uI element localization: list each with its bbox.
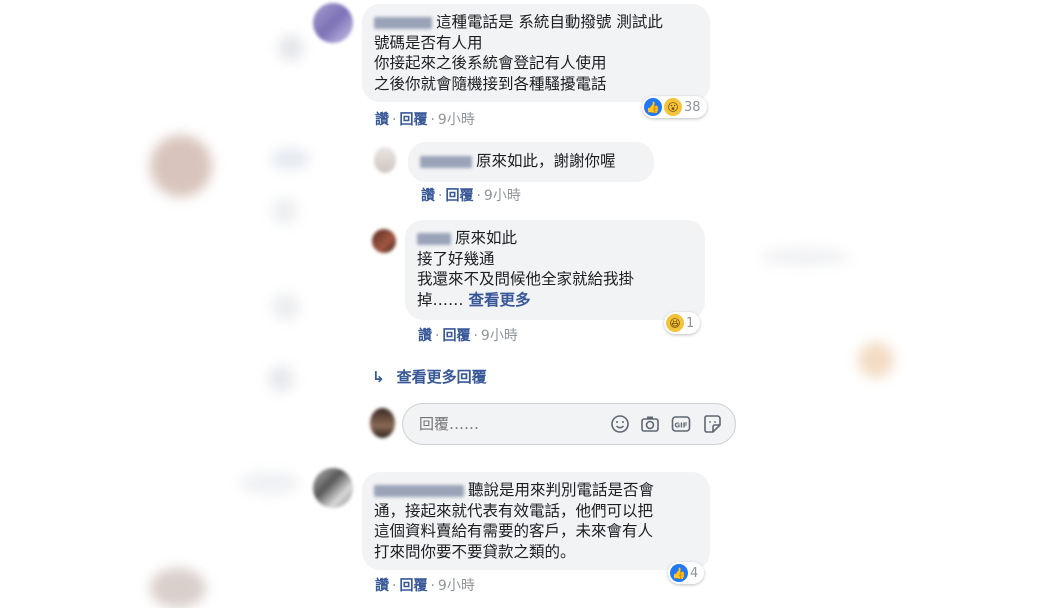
- separator: ·: [430, 112, 435, 128]
- reply-button[interactable]: 回覆: [442, 328, 470, 344]
- separator: ·: [438, 188, 443, 204]
- reply-text: 接了好幾通: [417, 249, 495, 268]
- background-blur: [858, 342, 894, 378]
- gif-icon[interactable]: GIF: [670, 413, 692, 435]
- haha-reaction-icon: 😆: [666, 314, 684, 332]
- commenter-name[interactable]: [374, 484, 464, 497]
- view-more-replies-label: 查看更多回覆: [396, 368, 487, 386]
- emoji-icon[interactable]: [609, 413, 631, 435]
- commenter-name[interactable]: [420, 155, 472, 168]
- comment-text: 這個資料賣給有需要的客戶，未來會有人: [374, 522, 654, 540]
- reply-text: 我還來不及問候他全家就給我掛: [417, 270, 635, 288]
- reply-button[interactable]: 回覆: [399, 112, 427, 128]
- comment-text: 通，接起來就代表有效電話，他們可以把: [374, 501, 654, 520]
- reply-arrow-icon: ↳: [372, 368, 385, 386]
- timestamp[interactable]: 9小時: [438, 112, 475, 128]
- background-blur: [272, 293, 300, 321]
- comment-text: 這種電話是 系統自動撥號 測試此: [436, 13, 663, 31]
- like-button[interactable]: 讚: [375, 112, 389, 128]
- comment-text: 打來問你要不要貸款之類的。: [374, 542, 576, 561]
- see-more-link[interactable]: 查看更多: [468, 291, 530, 309]
- reply-text: 掉……: [417, 290, 464, 309]
- sticker-icon[interactable]: [701, 413, 723, 435]
- commenter-name[interactable]: [374, 16, 432, 29]
- timestamp[interactable]: 9小時: [481, 328, 518, 344]
- background-blur: [150, 568, 206, 608]
- reply-actions: 讚 · 回覆 · 9小時: [421, 185, 521, 205]
- current-user-avatar: [370, 408, 395, 438]
- reaction-count: 38: [684, 99, 701, 115]
- comment-text: 號碼是否有人用: [374, 33, 483, 52]
- reply-button[interactable]: 回覆: [445, 188, 473, 204]
- separator: ·: [392, 578, 397, 594]
- background-blur: [760, 248, 850, 266]
- comment-actions: 讚 · 回覆 · 9小時: [375, 575, 475, 595]
- comment-text: 你接起來之後系統會登記有人使用: [374, 54, 607, 72]
- background-blur: [278, 35, 304, 61]
- timestamp[interactable]: 9小時: [484, 188, 521, 204]
- reply-composer[interactable]: GIF: [402, 403, 736, 445]
- comment-bubble: 聽說是用來判別電話是否會 通，接起來就代表有效電話，他們可以把 這個資料賣給有需…: [362, 472, 710, 570]
- avatar[interactable]: [313, 3, 353, 43]
- separator: ·: [473, 328, 478, 344]
- like-button[interactable]: 讚: [418, 328, 432, 344]
- reply-bubble: 原來如此，謝謝你喔: [408, 142, 654, 182]
- reaction-count: 4: [690, 565, 699, 581]
- separator: ·: [476, 188, 481, 204]
- comment-bubble: 這種電話是 系統自動撥號 測試此 號碼是否有人用 你接起來之後系統會登記有人使用…: [362, 4, 710, 102]
- separator: ·: [392, 112, 397, 128]
- timestamp[interactable]: 9小時: [438, 578, 475, 594]
- like-button[interactable]: 讚: [421, 188, 435, 204]
- reply-input[interactable]: [417, 414, 601, 434]
- svg-text:GIF: GIF: [674, 422, 687, 430]
- separator: ·: [435, 328, 440, 344]
- background-blur: [150, 135, 212, 197]
- camera-icon[interactable]: [639, 413, 661, 435]
- like-button[interactable]: 讚: [375, 578, 389, 594]
- reply-actions: 讚 · 回覆 · 9小時: [418, 325, 518, 345]
- like-reaction-icon: 👍: [670, 564, 688, 582]
- comment-text: 聽說是用來判別電話是否會: [468, 481, 655, 499]
- view-more-replies-link[interactable]: ↳ 查看更多回覆: [372, 366, 487, 387]
- reply-button[interactable]: 回覆: [399, 578, 427, 594]
- background-blur: [268, 366, 294, 392]
- reaction-summary[interactable]: 😆 1: [664, 312, 701, 334]
- background-blur: [270, 148, 310, 170]
- reply-bubble: 原來如此 接了好幾通 我還來不及問候他全家就給我掛 掉…… 查看更多: [405, 220, 705, 320]
- avatar[interactable]: [374, 147, 396, 173]
- comment-actions: 讚 · 回覆 · 9小時: [375, 109, 475, 129]
- background-blur: [272, 198, 298, 224]
- reaction-summary[interactable]: 👍 😮 38: [642, 96, 707, 118]
- separator: ·: [430, 578, 435, 594]
- comment-text: 之後你就會隨機接到各種騷擾電話: [374, 74, 607, 93]
- avatar[interactable]: [372, 229, 396, 253]
- reply-text: 原來如此: [455, 229, 518, 247]
- like-reaction-icon: 👍: [644, 98, 662, 116]
- reply-text: 原來如此，謝謝你喔: [476, 152, 616, 170]
- avatar[interactable]: [313, 468, 353, 508]
- commenter-name[interactable]: [417, 232, 451, 245]
- reaction-count: 1: [686, 315, 695, 331]
- background-blur: [240, 472, 300, 494]
- reaction-summary[interactable]: 👍 4: [668, 562, 705, 584]
- wow-reaction-icon: 😮: [664, 98, 682, 116]
